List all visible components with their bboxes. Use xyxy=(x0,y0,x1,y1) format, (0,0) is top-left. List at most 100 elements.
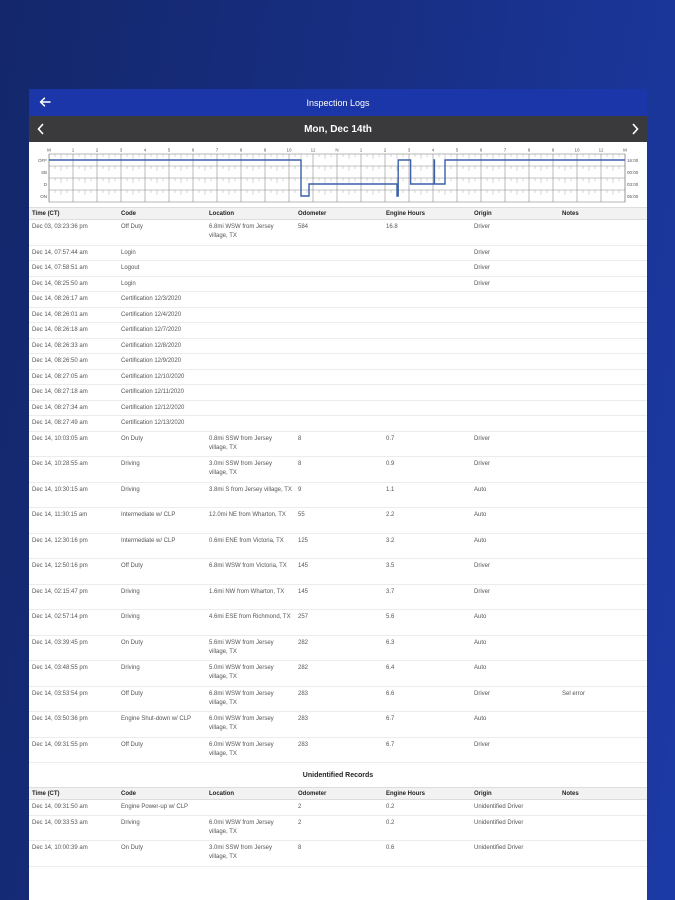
time-cell: Dec 14, 08:26:18 am xyxy=(29,322,118,339)
origin-cell: Unidentified Driver xyxy=(471,815,559,841)
column-header: Code xyxy=(118,787,206,800)
table-row[interactable]: Dec 14, 02:15:47 pm Driving 1.6mi NW from … xyxy=(29,584,647,610)
table-row[interactable]: Dec 14, 10:03:05 am On Duty 0.8mi SSW from… xyxy=(29,431,647,457)
code-cell: Intermediate w/ CLP xyxy=(118,507,206,534)
code-cell: Certification 12/3/2020 xyxy=(118,291,206,308)
engine-hours-cell: 3.2 xyxy=(383,533,471,559)
table-row[interactable]: Dec 14, 08:26:18 am Certification 12/7/20… xyxy=(29,322,647,339)
graph-hour-label: 5 xyxy=(168,148,171,153)
graph-hour-label: 11 xyxy=(599,148,604,153)
column-header: Notes xyxy=(559,787,647,800)
origin-cell xyxy=(471,384,559,401)
graph-hour-label: 4 xyxy=(144,148,147,153)
table-row[interactable]: Dec 14, 08:27:18 am Certification 12/11/2… xyxy=(29,384,647,401)
table-row[interactable]: Dec 14, 11:30:15 am Intermediate w/ CLP 12… xyxy=(29,507,647,534)
graph-hour-label: 8 xyxy=(240,148,243,153)
engine-hours-cell: 6.7 xyxy=(383,711,471,738)
origin-cell: Driver xyxy=(471,456,559,483)
time-cell: Dec 14, 12:50:16 pm xyxy=(29,558,118,585)
engine-hours-cell: 3.5 xyxy=(383,558,471,585)
location-cell: 6.8mi WSW from Victoria, TX xyxy=(206,558,295,585)
notes-cell xyxy=(559,815,647,841)
table-row[interactable]: Dec 14, 08:27:49 am Certification 12/13/2… xyxy=(29,415,647,432)
origin-cell: Driver xyxy=(471,558,559,585)
code-cell: Certification 12/11/2020 xyxy=(118,384,206,401)
column-header: Engine Hours xyxy=(383,207,471,220)
table-row[interactable]: Dec 14, 10:28:55 am Driving 3.0mi SSW from… xyxy=(29,456,647,483)
location-cell xyxy=(206,799,295,816)
graph-hour-label: 6 xyxy=(480,148,483,153)
back-button[interactable] xyxy=(37,94,53,110)
notes-cell xyxy=(559,260,647,277)
code-cell: Engine Power-up w/ CLP xyxy=(118,799,206,816)
table-row[interactable]: Dec 14, 08:26:17 am Certification 12/3/20… xyxy=(29,291,647,308)
table-row[interactable]: Dec 14, 08:26:01 am Certification 12/4/20… xyxy=(29,307,647,323)
table-row[interactable]: Dec 14, 08:27:05 am Certification 12/10/2… xyxy=(29,369,647,385)
table-row[interactable]: Dec 14, 03:39:45 pm On Duty 5.6mi WSW from… xyxy=(29,635,647,661)
column-header: Notes xyxy=(559,207,647,220)
location-cell xyxy=(206,384,295,401)
time-cell: Dec 14, 08:26:50 am xyxy=(29,353,118,370)
origin-cell: Driver xyxy=(471,260,559,277)
table-row[interactable]: Dec 14, 03:50:36 pm Engine Shut-down w/ C… xyxy=(29,711,647,738)
table-row[interactable]: Dec 14, 09:31:55 pm Off Duty 6.0mi WSW fro… xyxy=(29,737,647,763)
odometer-cell xyxy=(295,369,383,385)
column-header: Time (CT) xyxy=(29,207,118,220)
notes-cell xyxy=(559,635,647,661)
odometer-cell xyxy=(295,338,383,354)
graph-row-total: 00:00 xyxy=(627,170,639,175)
odometer-cell xyxy=(295,322,383,339)
table-row[interactable]: Dec 14, 09:33:53 am Driving 6.0mi WSW from… xyxy=(29,815,647,841)
table-row[interactable]: Dec 14, 07:57:44 am Login Driver xyxy=(29,245,647,261)
location-cell xyxy=(206,291,295,308)
odometer-cell: 8 xyxy=(295,431,383,457)
table-row[interactable]: Dec 14, 10:00:39 am On Duty 3.0mi SSW from… xyxy=(29,840,647,867)
location-cell: 6.8mi WSW from Jersey village, TX xyxy=(206,686,295,712)
table-row[interactable]: Dec 14, 12:50:16 pm Off Duty 6.8mi WSW fro… xyxy=(29,558,647,585)
graph-hour-label: 10 xyxy=(286,148,292,153)
table-row[interactable]: Dec 14, 07:58:51 am Logout Driver xyxy=(29,260,647,277)
table-row[interactable]: Dec 14, 08:27:34 am Certification 12/12/2… xyxy=(29,400,647,416)
code-cell: Certification 12/10/2020 xyxy=(118,369,206,385)
engine-hours-cell: 0.6 xyxy=(383,840,471,867)
notes-cell xyxy=(559,840,647,867)
location-cell: 3.0mi SSW from Jersey village, TX xyxy=(206,456,295,483)
time-cell: Dec 14, 09:33:53 am xyxy=(29,815,118,841)
graph-hour-label: 9 xyxy=(264,148,267,153)
table-row[interactable]: Dec 14, 08:26:50 am Certification 12/9/20… xyxy=(29,353,647,370)
table-row[interactable]: Dec 14, 03:48:55 pm Driving 5.0mi WSW from… xyxy=(29,660,647,687)
table-row[interactable]: Dec 14, 10:30:15 am Driving 3.8mi S from J… xyxy=(29,482,647,508)
code-cell: Off Duty xyxy=(118,558,206,585)
location-cell xyxy=(206,415,295,432)
table-row[interactable]: Dec 14, 09:31:50 am Engine Power-up w/ CL… xyxy=(29,799,647,816)
odometer-cell xyxy=(295,307,383,323)
table-row[interactable]: Dec 14, 08:26:33 am Certification 12/8/20… xyxy=(29,338,647,354)
odometer-cell: 283 xyxy=(295,686,383,712)
table-row[interactable]: Dec 14, 08:25:50 am Login Driver xyxy=(29,276,647,292)
time-cell: Dec 14, 03:48:55 pm xyxy=(29,660,118,687)
time-cell: Dec 14, 08:26:33 am xyxy=(29,338,118,354)
notes-cell xyxy=(559,507,647,534)
code-cell: Driving xyxy=(118,456,206,483)
code-cell: Login xyxy=(118,245,206,261)
table-row[interactable]: Dec 14, 02:57:14 pm Driving 4.6mi ESE from… xyxy=(29,609,647,636)
notes-cell xyxy=(559,558,647,585)
location-cell: 3.0mi SSW from Jersey village, TX xyxy=(206,840,295,867)
time-cell: Dec 14, 09:31:50 am xyxy=(29,799,118,816)
table-row[interactable]: Dec 03, 03:23:36 pm Off Duty 6.8mi WSW fro… xyxy=(29,219,647,246)
engine-hours-cell xyxy=(383,307,471,323)
odometer-cell xyxy=(295,245,383,261)
table-row[interactable]: Dec 14, 12:30:16 pm Intermediate w/ CLP 0.… xyxy=(29,533,647,559)
odometer-cell: 283 xyxy=(295,711,383,738)
current-date: Mon, Dec 14th xyxy=(304,123,372,135)
table-row[interactable]: Dec 14, 03:53:54 pm Off Duty 6.8mi WSW fro… xyxy=(29,686,647,712)
location-cell xyxy=(206,260,295,277)
engine-hours-cell: 0.2 xyxy=(383,799,471,816)
time-cell: Dec 14, 02:57:14 pm xyxy=(29,609,118,636)
events-table-header: Time (CT) Code Location Odometer Engine Hour… xyxy=(29,207,647,220)
time-cell: Dec 14, 08:25:50 am xyxy=(29,276,118,292)
location-cell: 3.8mi S from Jersey village, TX xyxy=(206,482,295,508)
origin-cell: Auto xyxy=(471,482,559,508)
previous-day-button[interactable] xyxy=(33,121,49,137)
next-day-button[interactable] xyxy=(627,121,643,137)
